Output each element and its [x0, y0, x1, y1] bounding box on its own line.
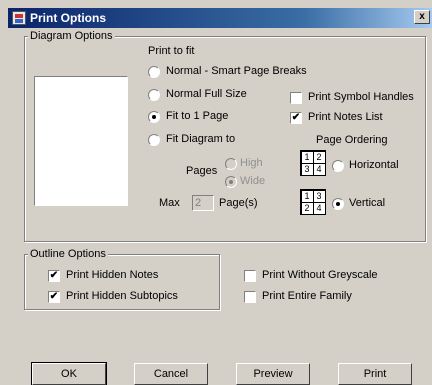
print-button[interactable]: Print: [338, 363, 412, 385]
print-options-dialog: Print Options x Diagram Options Print to…: [8, 8, 432, 385]
radio-normal-smart-page-breaks-label: Normal - Smart Page Breaks: [166, 65, 307, 77]
horizontal-grid-cell: 4: [312, 162, 326, 176]
print-entire-family-label: Print Entire Family: [262, 290, 352, 302]
outline-options-legend: Outline Options: [28, 248, 108, 260]
pages-label: Pages: [186, 165, 218, 177]
radio-fit-to-1-page-label: Fit to 1 Page: [166, 110, 229, 122]
vertical-grid-cell: 4: [312, 201, 326, 215]
vertical-order-grid: 1 3 2 4: [300, 189, 326, 215]
page-ordering-label: Page Ordering: [316, 134, 388, 146]
print-to-fit-label: Print to fit: [148, 45, 195, 57]
radio-fit-diagram-to-label: Fit Diagram to: [166, 133, 236, 145]
print-hidden-subtopics-label: Print Hidden Subtopics: [66, 290, 178, 302]
radio-pages-high[interactable]: [225, 158, 237, 170]
radio-pages-wide[interactable]: [225, 176, 237, 188]
preview-button[interactable]: Preview: [236, 363, 310, 385]
app-icon: [12, 11, 26, 25]
radio-normal-full-size-label: Normal Full Size: [166, 88, 247, 100]
title-bar[interactable]: Print Options x: [8, 8, 432, 28]
ok-button[interactable]: OK: [31, 362, 107, 385]
radio-horizontal[interactable]: [332, 160, 344, 172]
max-pages-input[interactable]: 2: [192, 195, 214, 211]
checkbox-print-entire-family[interactable]: [244, 291, 256, 303]
checkbox-print-hidden-subtopics[interactable]: ✔: [48, 291, 60, 303]
radio-normal-full-size[interactable]: [148, 89, 160, 101]
radio-pages-high-label: High: [240, 157, 263, 169]
horizontal-order-grid: 1 2 3 4: [300, 150, 326, 176]
radio-vertical-label: Vertical: [349, 197, 386, 209]
print-without-greyscale-label: Print Without Greyscale: [262, 269, 378, 281]
diagram-preview: [34, 76, 128, 206]
radio-fit-to-1-page[interactable]: [148, 111, 160, 123]
print-symbol-handles-label: Print Symbol Handles: [308, 91, 414, 103]
max-label: Max: [159, 197, 180, 209]
radio-vertical[interactable]: [332, 198, 344, 210]
checkbox-print-without-greyscale[interactable]: [244, 270, 256, 282]
radio-pages-wide-label: Wide: [240, 175, 266, 187]
checkbox-print-symbol-handles[interactable]: [290, 92, 302, 104]
checkbox-print-notes-list[interactable]: ✔: [290, 112, 302, 124]
radio-horizontal-label: Horizontal: [349, 159, 399, 171]
cancel-button[interactable]: Cancel: [134, 363, 208, 385]
print-notes-list-label: Print Notes List: [308, 111, 383, 123]
dialog-title: Print Options: [30, 11, 106, 25]
print-hidden-notes-label: Print Hidden Notes: [66, 269, 159, 281]
radio-fit-diagram-to[interactable]: [148, 134, 160, 146]
checkbox-print-hidden-notes[interactable]: ✔: [48, 270, 60, 282]
radio-normal-smart-page-breaks[interactable]: [148, 66, 160, 78]
diagram-options-legend: Diagram Options: [28, 30, 115, 42]
close-button[interactable]: x: [414, 10, 430, 24]
pages-suffix-label: Page(s): [219, 197, 258, 209]
